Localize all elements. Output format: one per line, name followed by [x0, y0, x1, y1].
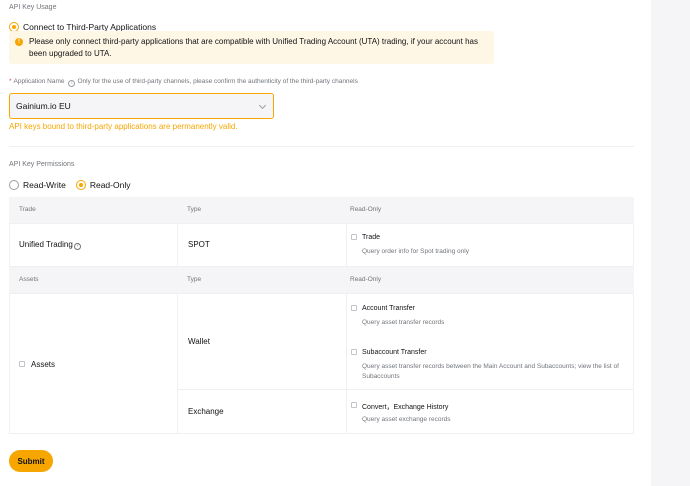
- application-name-select[interactable]: Gainium.io EU: [9, 93, 274, 119]
- trade-perm-desc: Query order info for Spot trading only: [362, 248, 469, 255]
- uta-warning-box: ! Please only connect third-party applic…: [9, 31, 494, 64]
- assets-table-header: Assets Type Read-Only: [9, 267, 634, 293]
- exchange-history-desc: Query asset exchange records: [362, 416, 451, 423]
- wallet-type-cell: Wallet: [177, 293, 347, 390]
- exchange-history-checkbox[interactable]: [351, 402, 357, 408]
- application-name-label: Application Name: [13, 78, 65, 85]
- assets-category-label: Assets: [31, 360, 56, 369]
- chevron-down-icon: [258, 101, 267, 110]
- trade-type-cell: SPOT: [177, 223, 347, 267]
- exchange-history-title: Convert，Exchange History: [362, 404, 449, 411]
- required-asterisk: *: [9, 78, 12, 85]
- exchange-permission-cell: Convert，Exchange History Query asset exc…: [346, 389, 634, 434]
- trade-table-header: Trade Type Read-Only: [9, 197, 634, 223]
- type-header-col: Type: [187, 206, 202, 213]
- wallet-type-label: Wallet: [188, 337, 210, 346]
- subaccount-transfer-title: Subaccount Transfer: [362, 349, 427, 356]
- exchange-type-label: Exchange: [188, 407, 224, 416]
- trade-checkbox[interactable]: [351, 234, 357, 240]
- assets-checkbox[interactable]: [19, 361, 25, 367]
- api-key-usage-label: API Key Usage: [9, 4, 57, 11]
- account-transfer-title: Account Transfer: [362, 305, 415, 312]
- assets-type-header-col: Type: [187, 276, 202, 283]
- account-transfer-desc: Query asset transfer records: [362, 319, 445, 326]
- trade-header-col: Trade: [19, 206, 36, 213]
- assets-category-cell: Assets: [9, 293, 178, 434]
- application-name-label-row: * Application Name i Only for the use of th…: [9, 78, 358, 87]
- spot-type-label: SPOT: [188, 240, 210, 249]
- exchange-type-cell: Exchange: [177, 389, 347, 434]
- wallet-permission-cell: Account Transfer Query asset transfer re…: [346, 293, 634, 390]
- subaccount-transfer-desc: Query asset transfer records between the…: [362, 363, 619, 380]
- read-write-label: Read-Write: [23, 179, 66, 190]
- trade-permission-cell: Trade Query order info for Spot trading …: [346, 223, 634, 267]
- account-transfer-checkbox[interactable]: [351, 305, 357, 311]
- trade-category-cell: Unified Trading?: [9, 223, 178, 267]
- read-only-header-col: Read-Only: [350, 206, 382, 213]
- assets-header-col: Assets: [19, 276, 39, 283]
- validity-note: API keys bound to third-party applicatio…: [9, 122, 238, 131]
- api-key-permissions-label: API Key Permissions: [9, 161, 75, 168]
- uta-warning-text: Please only connect third-party applicat…: [29, 37, 478, 58]
- application-name-value: Gainium.io EU: [16, 101, 71, 111]
- warning-icon: !: [15, 38, 23, 46]
- info-icon: i: [68, 80, 76, 87]
- right-side-panel: [651, 0, 690, 486]
- submit-button[interactable]: Submit: [9, 450, 53, 472]
- help-icon[interactable]: ?: [73, 243, 81, 250]
- application-name-hint: Only for the use of third-party channels…: [77, 78, 358, 85]
- section-divider: [9, 146, 634, 147]
- unified-trading-label: Unified Trading?: [19, 240, 81, 250]
- read-write-radio[interactable]: [9, 179, 19, 190]
- read-only-radio[interactable]: [75, 179, 86, 190]
- permission-mode-radios: Read-Write Read-Only: [9, 176, 140, 194]
- trade-perm-title: Trade: [362, 234, 381, 241]
- assets-read-only-header-col: Read-Only: [350, 276, 382, 283]
- subaccount-transfer-checkbox[interactable]: [351, 349, 357, 355]
- read-only-label: Read-Only: [89, 179, 131, 190]
